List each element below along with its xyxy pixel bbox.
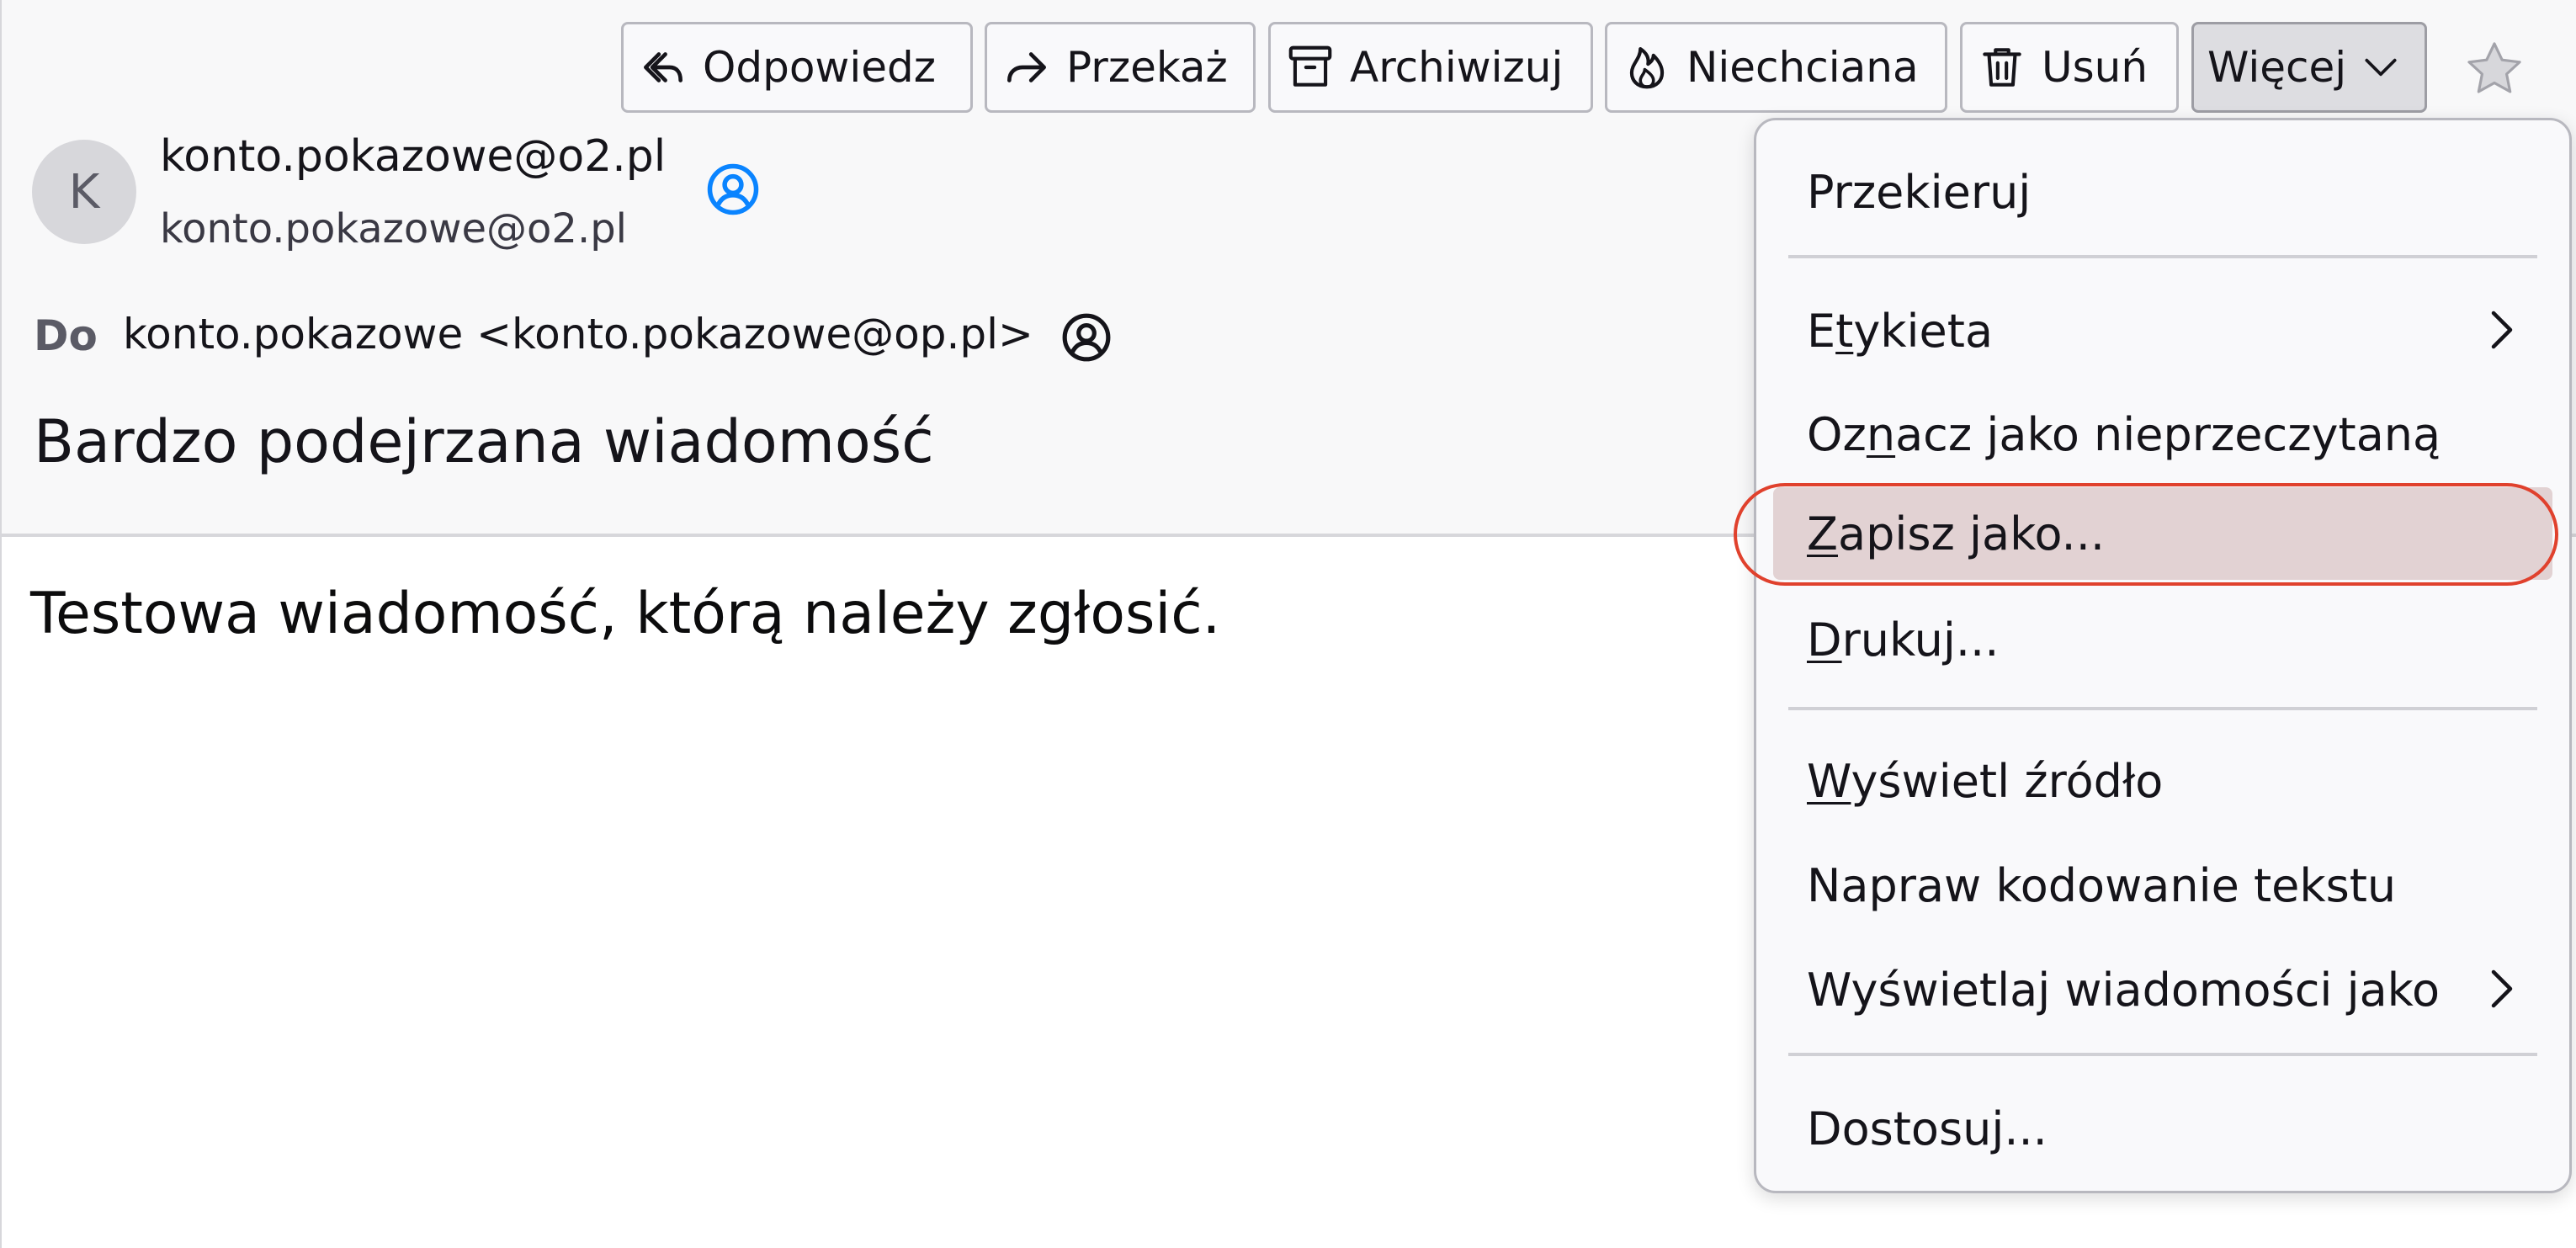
forward-icon — [1007, 52, 1046, 82]
forward-label: Przekaż — [1066, 43, 1228, 92]
menu-separator — [1788, 707, 2537, 710]
junk-label: Niechciana — [1686, 43, 1919, 92]
menu-item-redirect[interactable]: Przekieruj — [1773, 146, 2552, 238]
reply-label: Odpowiedz — [703, 43, 936, 92]
to-label: Do — [34, 311, 98, 360]
delete-label: Usuń — [2042, 43, 2148, 92]
menu-item-label: Przekieruj — [1807, 165, 2032, 219]
delete-button[interactable]: Usuń — [1960, 22, 2179, 113]
menu-item-label: Wyświetlaj wiadomości jako — [1807, 963, 2441, 1017]
sender-name[interactable]: konto.pokazowe@o2.pl — [160, 131, 666, 182]
chevron-down-icon — [2365, 58, 2397, 77]
pane-border — [0, 0, 2, 1248]
more-menu: Przekieruj Etykieta Oznacz jako nieprzec… — [1754, 118, 2572, 1193]
menu-item-tag[interactable]: Etykieta — [1773, 284, 2552, 377]
menu-item-label: Oznacz jako nieprzeczytaną — [1807, 407, 2441, 461]
message-subject: Bardzo podejrzana wiadomość — [34, 407, 934, 476]
menu-item-label: Drukuj... — [1807, 613, 2000, 666]
menu-separator — [1788, 255, 2537, 258]
menu-item-view-as[interactable]: Wyświetlaj wiadomości jako — [1773, 943, 2552, 1036]
trash-icon — [1983, 48, 2021, 87]
archive-icon — [1288, 45, 1332, 87]
menu-item-label: Etykieta — [1807, 304, 1994, 358]
more-button[interactable]: Więcej — [2191, 22, 2427, 113]
menu-item-label: Napraw kodowanie tekstu — [1807, 858, 2397, 912]
contact-icon[interactable] — [1060, 311, 1113, 364]
menu-item-label: Zapisz jako... — [1807, 507, 2106, 560]
chevron-right-icon — [2491, 311, 2513, 349]
menu-item-label: Dostosuj... — [1807, 1102, 2048, 1155]
menu-item-repair-encoding[interactable]: Napraw kodowanie tekstu — [1773, 839, 2552, 932]
reply-icon — [644, 52, 683, 82]
menu-separator — [1788, 1053, 2537, 1056]
menu-item-label: Wyświetl źródło — [1807, 754, 2164, 808]
forward-button[interactable]: Przekaż — [985, 22, 1256, 113]
archive-button[interactable]: Archiwizuj — [1268, 22, 1593, 113]
archive-label: Archiwizuj — [1350, 43, 1564, 92]
menu-item-view-source[interactable]: Wyświetl źródło — [1773, 735, 2552, 827]
menu-item-customize[interactable]: Dostosuj... — [1773, 1082, 2552, 1175]
menu-item-print[interactable]: Drukuj... — [1773, 593, 2552, 686]
junk-button[interactable]: Niechciana — [1605, 22, 1947, 113]
address-book-contact-icon[interactable] — [705, 162, 761, 217]
chevron-right-icon — [2491, 969, 2513, 1008]
avatar: K — [32, 140, 136, 244]
star-icon[interactable] — [2462, 37, 2526, 101]
more-label: Więcej — [2207, 43, 2347, 92]
message-body: Testowa wiadomość, którą należy zgłosić. — [30, 581, 1221, 647]
reply-button[interactable]: Odpowiedz — [621, 22, 973, 113]
flame-icon — [1629, 46, 1665, 89]
recipient[interactable]: konto.pokazowe <konto.pokazowe@op.pl> — [123, 310, 1033, 358]
menu-item-mark-unread[interactable]: Oznacz jako nieprzeczytaną — [1773, 388, 2552, 481]
menu-item-save-as[interactable]: Zapisz jako... — [1773, 487, 2552, 580]
sender-address: konto.pokazowe@o2.pl — [160, 205, 627, 252]
